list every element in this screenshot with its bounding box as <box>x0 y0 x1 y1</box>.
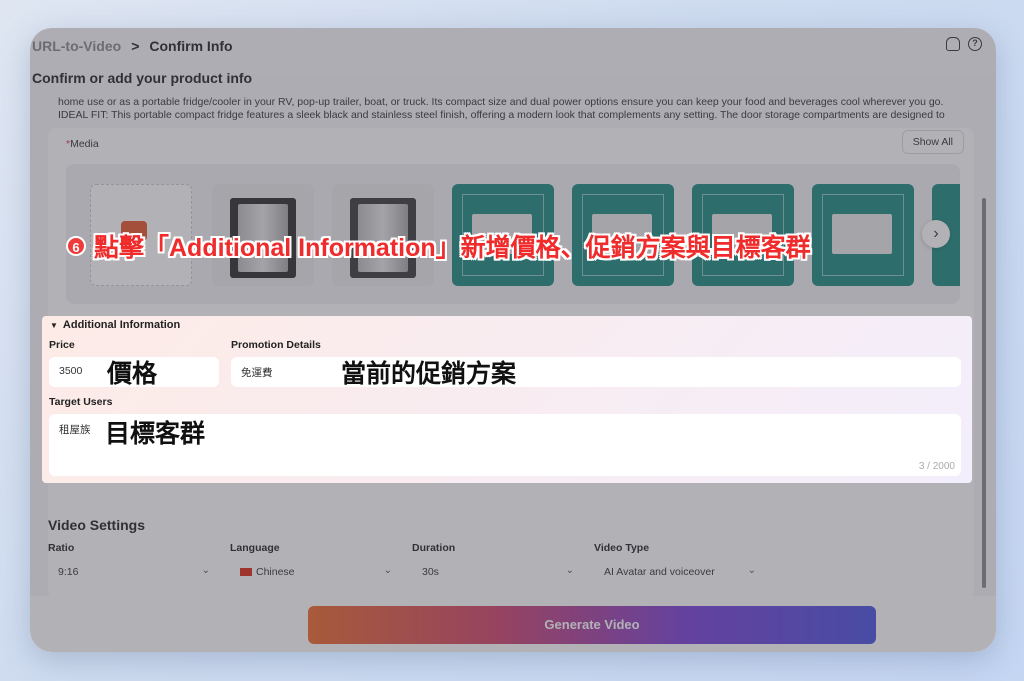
app-window: URL-to-Video > Confirm Info ? Confirm or… <box>30 28 996 652</box>
promotion-callout: 當前的促銷方案 <box>341 360 517 388</box>
target-callout: 目標客群 <box>105 420 206 448</box>
promotion-label: Promotion Details <box>231 339 321 351</box>
step-annotation: 6 點擊「Additional Information」新增價格、促銷方案與目標… <box>66 228 811 264</box>
price-value: 3500 <box>59 365 83 377</box>
caret-down-icon: ▼ <box>50 321 58 330</box>
promotion-value: 免運費 <box>241 367 273 379</box>
additional-info-toggle[interactable]: ▼ Additional Information <box>50 319 180 331</box>
char-counter: 3 / 2000 <box>918 461 955 472</box>
additional-info-panel: ▼ Additional Information Price 3500 Promo… <box>42 316 972 483</box>
additional-info-title: Additional Information <box>62 319 181 331</box>
step-number-badge: 6 <box>66 236 86 256</box>
target-users-value: 租屋族 <box>59 424 91 436</box>
target-users-label: Target Users <box>49 396 113 408</box>
step-instruction: 點擊「Additional Information」新增價格、促銷方案與目標客群 <box>94 234 811 262</box>
price-callout: 價格 <box>107 360 158 388</box>
price-label: Price <box>49 339 75 351</box>
